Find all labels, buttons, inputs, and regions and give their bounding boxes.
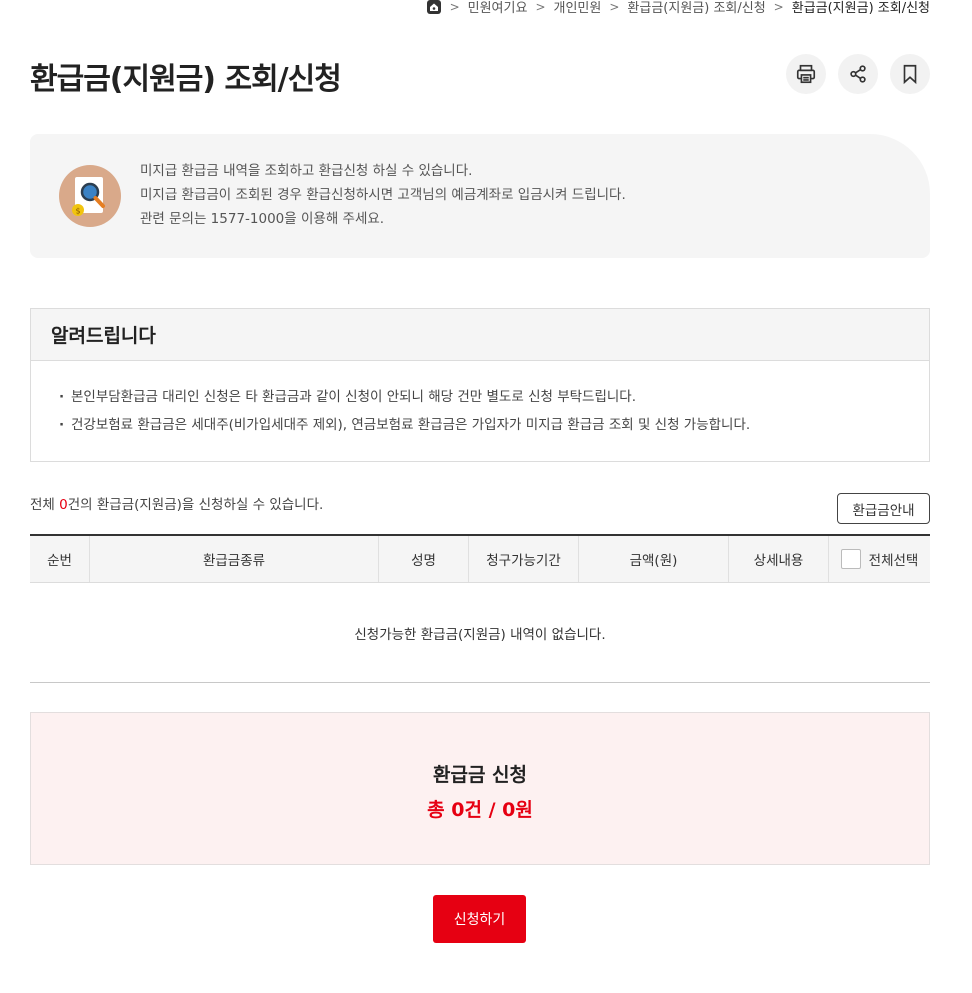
chevron-right-icon: > [535,0,546,14]
result-count: 전체 0건의 환급금(지원금)을 신청하실 수 있습니다. [30,493,323,513]
info-box: $ 미지급 환급금 내역을 조회하고 환급신청 하실 수 있습니다. 미지급 환… [30,134,930,258]
bookmark-icon [903,64,917,85]
share-icon [850,65,866,83]
notice-title: 알려드립니다 [31,309,929,361]
refund-guide-button[interactable]: 환급금안내 [837,493,930,524]
column-header: 청구가능기간 [469,536,579,582]
breadcrumb-current: 환급금(지원금) 조회/신청 [791,1,930,16]
column-header: 환급금종류 [90,536,379,582]
info-line: 관련 문의는 1577-1000을 이용해 주세요. [140,211,385,227]
select-all-checkbox[interactable] [840,549,861,569]
info-line: 미지급 환급금 내역을 조회하고 환급신청 하실 수 있습니다. [140,163,473,179]
notice-list: 본인부담환급금 대리인 신청은 타 환급금과 같이 신청이 안되니 해당 건만 … [31,361,929,439]
column-header: 금액(원) [579,536,729,582]
summary-title: 환급금 신청 [432,763,527,786]
submit-application-button[interactable]: 신청하기 [433,895,526,943]
bookmark-button[interactable] [890,54,930,94]
refund-table: 순번 환급금종류 성명 청구가능기간 금액(원) 상세내용 전체선택 신청가능한… [30,534,930,683]
breadcrumb: > 민원여기요 > 개인민원 > 환급금(지원금) 조회/신청 > 환급금(지원… [426,0,930,16]
page-tools [786,54,930,94]
notice-item: 본인부담환급금 대리인 신청은 타 환급금과 같이 신청이 안되니 해당 건만 … [59,383,929,411]
column-header: 성명 [379,536,469,582]
notice-item: 건강보험료 환급금은 세대주(비가입세대주 제외), 연금보험료 환급금은 가입… [59,411,929,439]
breadcrumb-item[interactable]: 민원여기요 [468,0,528,16]
table-header: 순번 환급금종류 성명 청구가능기간 금액(원) 상세내용 전체선택 [30,536,930,583]
select-all-label[interactable]: 전체선택 [869,549,919,569]
empty-message: 신청가능한 환급금(지원금) 내역이 없습니다. [30,583,930,683]
column-header: 상세내용 [729,536,829,582]
count-prefix: 전체 [30,497,60,513]
chevron-right-icon: > [773,0,784,14]
summary-total: 총 0건 / 0원 [427,798,533,821]
home-icon[interactable] [426,0,442,15]
document-search-icon: $ [59,165,121,227]
chevron-right-icon: > [449,0,460,14]
share-button[interactable] [838,54,878,94]
print-button[interactable] [786,54,826,94]
column-header: 순번 [30,536,90,582]
svg-text:$: $ [75,207,80,216]
breadcrumb-item[interactable]: 개인민원 [554,0,602,16]
select-all-header: 전체선택 [829,536,930,582]
print-icon [796,64,816,84]
page-title: 환급금(지원금) 조회/신청 [30,62,342,97]
count-suffix: 건의 환급금(지원금)을 신청하실 수 있습니다. [67,497,324,513]
breadcrumb-item[interactable]: 환급금(지원금) 조회/신청 [627,0,765,16]
count-number: 0 [59,497,68,513]
notice-box: 알려드립니다 본인부담환급금 대리인 신청은 타 환급금과 같이 신청이 안되니… [30,308,930,462]
info-line: 미지급 환급금이 조회된 경우 환급신청하시면 고객님의 예금계좌로 입금시켜 … [140,187,626,203]
info-text: 미지급 환급금 내역을 조회하고 환급신청 하실 수 있습니다. 미지급 환급금… [140,159,626,231]
application-summary: 환급금 신청 총 0건 / 0원 [30,712,930,865]
chevron-right-icon: > [609,0,620,14]
